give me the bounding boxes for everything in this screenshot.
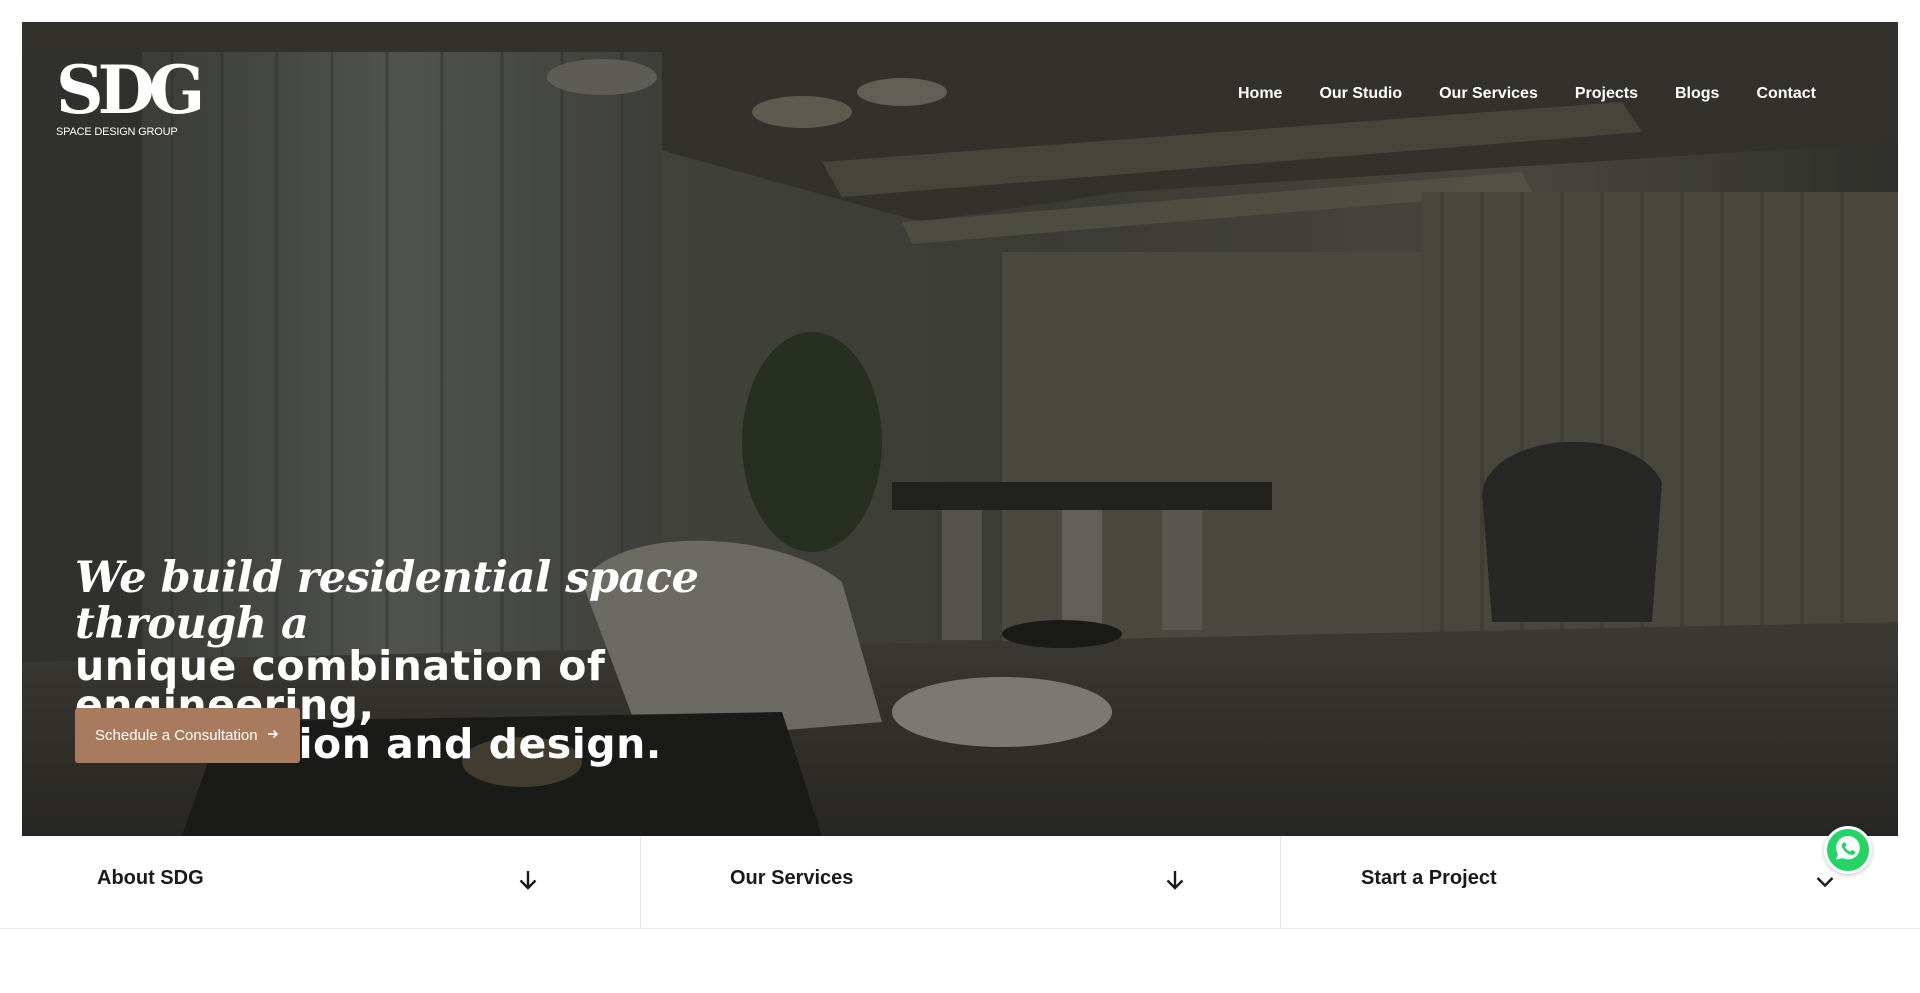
nav-contact[interactable]: Contact xyxy=(1756,85,1816,103)
nav-our-services[interactable]: Our Services xyxy=(1439,85,1538,103)
headline-italic: We build residential space through a xyxy=(75,553,699,649)
logo-subtitle: SPACE DESIGN GROUP xyxy=(56,126,178,138)
tile-our-services[interactable]: Our Services xyxy=(640,836,1280,929)
arrow-down-icon xyxy=(1163,868,1187,892)
quick-links-bar: About SDG Our Services Start a Project xyxy=(0,836,1920,929)
whatsapp-icon xyxy=(1833,833,1863,868)
tile-about-sdg[interactable]: About SDG xyxy=(0,836,640,929)
tile-label: Our Services xyxy=(730,867,854,889)
chevron-down-icon xyxy=(1813,868,1837,892)
logo-mark: SDG xyxy=(56,51,205,129)
nav-blogs[interactable]: Blogs xyxy=(1675,85,1719,103)
whatsapp-button[interactable] xyxy=(1824,826,1872,874)
logo[interactable]: SDG SPACE DESIGN GROUP xyxy=(56,51,205,138)
cta-label: Schedule a Consultation xyxy=(95,727,258,744)
tile-label: Start a Project xyxy=(1361,867,1497,889)
nav-our-studio[interactable]: Our Studio xyxy=(1319,85,1402,103)
nav-projects[interactable]: Projects xyxy=(1575,85,1638,103)
main-nav: Home Our Studio Our Services Projects Bl… xyxy=(1201,85,1816,103)
arrow-right-icon xyxy=(266,727,280,745)
schedule-consultation-button[interactable]: Schedule a Consultation xyxy=(75,708,300,763)
tile-label: About SDG xyxy=(97,867,204,889)
hero-section: SDG SPACE DESIGN GROUP Home Our Studio O… xyxy=(22,22,1898,836)
arrow-down-icon xyxy=(516,868,540,892)
nav-home[interactable]: Home xyxy=(1238,85,1282,103)
